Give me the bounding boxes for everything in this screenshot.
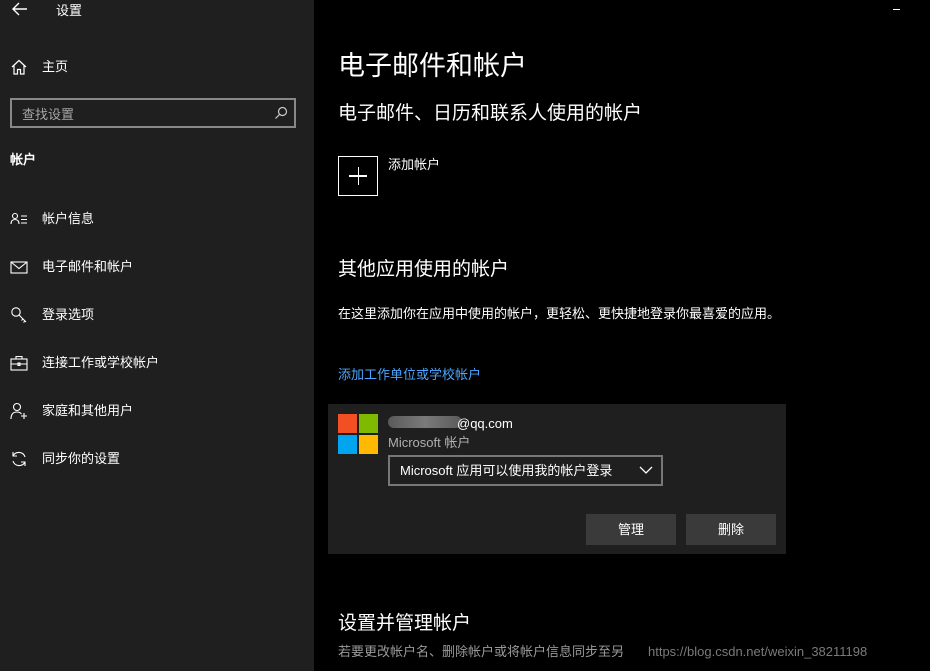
chevron-down-icon <box>639 466 653 474</box>
sync-icon <box>12 451 26 467</box>
sidebar-item-sign-in-options[interactable]: 登录选项 <box>0 300 314 330</box>
microsoft-logo-icon <box>338 414 378 454</box>
delete-button[interactable]: 删除 <box>686 514 776 545</box>
add-account-button[interactable] <box>338 156 378 196</box>
app-title: 设置 <box>56 3 83 18</box>
manage-button[interactable]: 管理 <box>586 514 676 545</box>
sidebar-item-label: 电子邮件和帐户 <box>42 259 134 274</box>
sidebar-item-label: 连接工作或学校帐户 <box>42 355 160 370</box>
account-card[interactable]: @qq.com Microsoft 帐户 Microsoft 应用可以使用我的帐… <box>328 404 786 554</box>
add-account-label[interactable]: 添加帐户 <box>388 157 440 173</box>
account-type: Microsoft 帐户 <box>388 435 471 450</box>
email-section-heading: 电子邮件、日历和联系人使用的帐户 <box>338 103 643 124</box>
account-info-icon <box>10 212 27 225</box>
sidebar-item-label: 同步你的设置 <box>42 451 121 466</box>
sidebar-item-work-school[interactable]: 连接工作或学校帐户 <box>0 348 314 378</box>
sidebar-item-label: 主页 <box>42 59 69 74</box>
add-person-icon <box>10 402 27 420</box>
sidebar-item-home[interactable]: 主页 <box>0 54 314 80</box>
sidebar: 设置 主页 帐户 帐户信息 电子邮件和帐户 <box>0 0 314 671</box>
key-icon <box>11 307 27 323</box>
account-email: @qq.com <box>457 416 513 431</box>
search-input[interactable] <box>22 105 272 123</box>
back-arrow-icon[interactable] <box>10 2 30 20</box>
sidebar-item-label: 家庭和其他用户 <box>42 403 134 418</box>
sidebar-item-label: 登录选项 <box>42 307 95 322</box>
sidebar-item-account-info[interactable]: 帐户信息 <box>0 204 314 234</box>
section-label: 帐户 <box>10 152 37 167</box>
sidebar-item-label: 帐户信息 <box>42 211 95 226</box>
main-content: 电子邮件和帐户 电子邮件、日历和联系人使用的帐户 添加帐户 其他应用使用的帐户 … <box>314 0 930 671</box>
manage-section-heading: 设置并管理帐户 <box>338 613 472 634</box>
briefcase-icon <box>10 355 28 371</box>
sign-in-permission-dropdown[interactable]: Microsoft 应用可以使用我的帐户登录 <box>388 455 663 486</box>
sidebar-item-family[interactable]: 家庭和其他用户 <box>0 396 314 426</box>
other-section-heading: 其他应用使用的帐户 <box>338 259 510 280</box>
title-bar: 设置 <box>0 0 314 24</box>
page-title: 电子邮件和帐户 <box>338 51 527 81</box>
watermark: https://blog.csdn.net/weixin_38211198 <box>648 644 868 659</box>
search-box[interactable] <box>10 98 296 128</box>
sidebar-item-sync[interactable]: 同步你的设置 <box>0 444 314 474</box>
home-icon <box>11 59 27 75</box>
sidebar-item-email-accounts[interactable]: 电子邮件和帐户 <box>0 252 314 282</box>
email-redaction <box>388 416 462 428</box>
dropdown-value: Microsoft 应用可以使用我的帐户登录 <box>400 463 613 478</box>
other-section-description: 在这里添加你在应用中使用的帐户，更轻松、更快捷地登录你最喜爱的应用。 <box>338 306 781 321</box>
add-work-school-link[interactable]: 添加工作单位或学校帐户 <box>338 367 481 383</box>
manage-section-description: 若要更改帐户名、删除帐户或将帐户信息同步至另 <box>338 644 625 659</box>
minimize-icon[interactable] <box>890 0 904 16</box>
mail-icon <box>10 261 28 274</box>
search-icon[interactable] <box>274 106 288 120</box>
